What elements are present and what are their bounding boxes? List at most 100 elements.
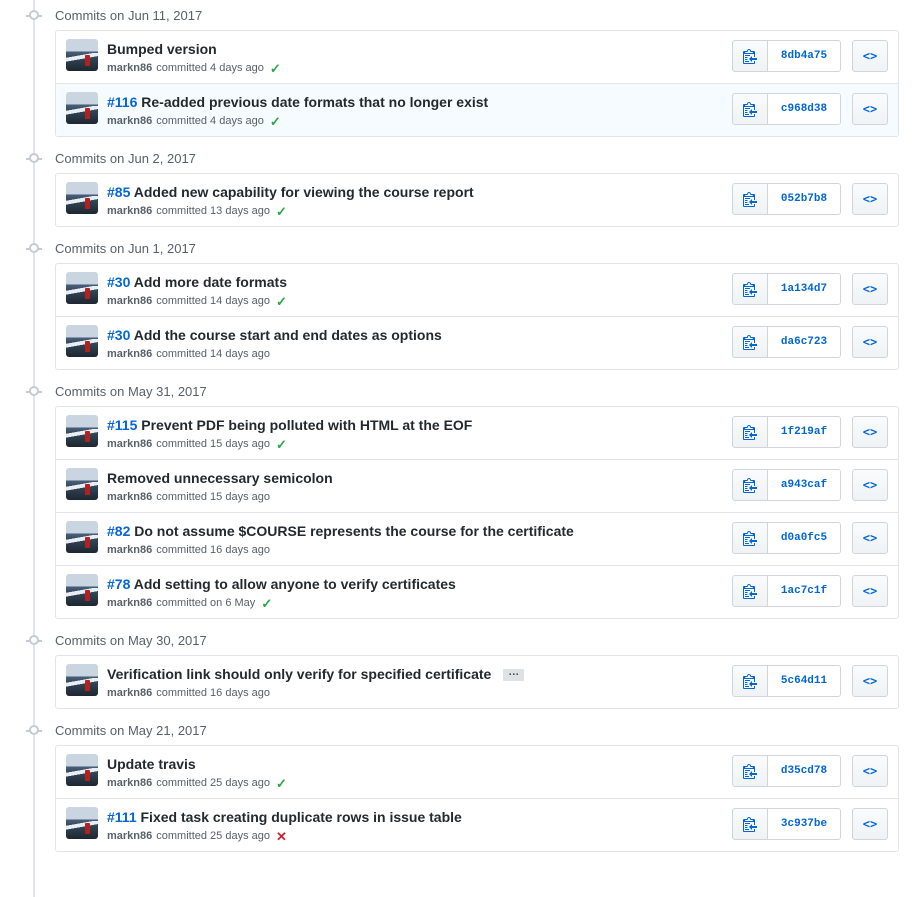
issue-link[interactable]: #85 [107,184,130,200]
browse-repo-button[interactable]: <> [852,273,888,305]
commit-group: Commits on Jun 1, 2017 #30 Add more date… [0,233,915,370]
code-icon: <> [862,282,878,296]
browse-repo-button[interactable]: <> [852,665,888,697]
commit-author-link[interactable]: markn86 [107,687,152,699]
commit-sha-link[interactable]: d35cd78 [768,756,840,786]
author-avatar[interactable] [66,807,98,839]
commit-author-link[interactable]: markn86 [107,597,152,609]
issue-link[interactable]: #111 [107,809,137,825]
x-icon[interactable]: ✕ [276,830,287,843]
commit-message-link[interactable]: Add more date formats [134,274,287,290]
commit-sha-group: da6c723 [732,326,841,358]
browse-repo-button[interactable]: <> [852,40,888,72]
author-avatar[interactable] [66,574,98,606]
commit-message-link[interactable]: Prevent PDF being polluted with HTML at … [141,417,472,433]
commit-sha-link[interactable]: 1a134d7 [768,274,840,304]
commit-sha-link[interactable]: 052b7b8 [768,184,840,214]
copy-sha-button[interactable] [733,327,768,357]
copy-sha-button[interactable] [733,809,768,839]
commit-author-link[interactable]: markn86 [107,115,152,127]
commit-row: #111 Fixed task creating duplicate rows … [56,798,898,851]
commit-author-link[interactable]: markn86 [107,491,152,503]
commit-sha-link[interactable]: 8db4a75 [768,41,840,71]
commit-sha-group: 5c64d11 [732,665,841,697]
commit-message-link[interactable]: Verification link should only verify for… [107,666,491,682]
commit-sha-link[interactable]: 5c64d11 [768,666,840,696]
commit-message-link[interactable]: Update travis [107,756,196,772]
commit-sha-link[interactable]: 1f219af [768,417,840,447]
author-avatar[interactable] [66,754,98,786]
commit-author-link[interactable]: markn86 [107,348,152,360]
author-avatar[interactable] [66,92,98,124]
copy-sha-button[interactable] [733,756,768,786]
copy-sha-button[interactable] [733,417,768,447]
browse-repo-button[interactable]: <> [852,522,888,554]
author-avatar[interactable] [66,521,98,553]
author-avatar[interactable] [66,325,98,357]
commit-author-link[interactable]: markn86 [107,295,152,307]
browse-repo-button[interactable]: <> [852,808,888,840]
issue-link[interactable]: #82 [107,523,130,539]
copy-sha-button[interactable] [733,470,768,500]
commit-author-link[interactable]: markn86 [107,777,152,789]
copy-sha-button[interactable] [733,274,768,304]
issue-link[interactable]: #78 [107,576,130,592]
commit-message-link[interactable]: Bumped version [107,41,217,57]
commit-sha-link[interactable]: c968d38 [768,94,840,124]
browse-repo-button[interactable]: <> [852,93,888,125]
author-avatar[interactable] [66,468,98,500]
check-icon[interactable]: ✓ [276,205,287,218]
issue-link[interactable]: #116 [107,94,137,110]
check-icon[interactable]: ✓ [276,295,287,308]
code-icon: <> [862,49,878,63]
commit-sha-link[interactable]: a943caf [768,470,840,500]
commit-group-date: Commits on May 31, 2017 [55,383,207,399]
issue-link[interactable]: #30 [107,327,130,343]
commit-message-link[interactable]: Re-added previous date formats that no l… [141,94,488,110]
commit-author-link[interactable]: markn86 [107,544,152,556]
commit-message-link[interactable]: Do not assume $COURSE represents the cou… [134,523,574,539]
browse-repo-button[interactable]: <> [852,755,888,787]
check-icon[interactable]: ✓ [261,597,272,610]
commit-author-link[interactable]: markn86 [107,62,152,74]
copy-sha-button[interactable] [733,94,768,124]
commit-title: #116 Re-added previous date formats that… [107,94,488,110]
commit-author-link[interactable]: markn86 [107,830,152,842]
commit-sha-link[interactable]: d0a0fc5 [768,523,840,553]
browse-repo-button[interactable]: <> [852,416,888,448]
author-avatar[interactable] [66,39,98,71]
commit-sha-link[interactable]: da6c723 [768,327,840,357]
check-icon[interactable]: ✓ [270,115,281,128]
commit-sha-link[interactable]: 1ac7c1f [768,576,840,606]
author-avatar[interactable] [66,182,98,214]
browse-repo-button[interactable]: <> [852,469,888,501]
commit-message-link[interactable]: Removed unnecessary semicolon [107,470,333,486]
author-avatar[interactable] [66,272,98,304]
commit-time: committed 15 days ago [156,491,270,503]
copy-sha-button[interactable] [733,523,768,553]
commit-sha-group: 1f219af [732,416,841,448]
author-avatar[interactable] [66,664,98,696]
commit-message-link[interactable]: Add setting to allow anyone to verify ce… [134,576,456,592]
commit-author-link[interactable]: markn86 [107,205,152,217]
commit-group: Commits on May 31, 2017 #115 Prevent PDF… [0,376,915,619]
issue-link[interactable]: #30 [107,274,130,290]
browse-repo-button[interactable]: <> [852,575,888,607]
commit-message-link[interactable]: Fixed task creating duplicate rows in is… [141,809,462,825]
copy-sha-button[interactable] [733,576,768,606]
commit-sha-link[interactable]: 3c937be [768,809,840,839]
browse-repo-button[interactable]: <> [852,183,888,215]
issue-link[interactable]: #115 [107,417,137,433]
copy-sha-button[interactable] [733,666,768,696]
copy-sha-button[interactable] [733,184,768,214]
commit-message-link[interactable]: Add the course start and end dates as op… [134,327,442,343]
copy-sha-button[interactable] [733,41,768,71]
author-avatar[interactable] [66,415,98,447]
browse-repo-button[interactable]: <> [852,326,888,358]
check-icon[interactable]: ✓ [276,777,287,790]
commit-author-link[interactable]: markn86 [107,438,152,450]
check-icon[interactable]: ✓ [276,438,287,451]
expand-message-button[interactable]: … [503,667,525,682]
check-icon[interactable]: ✓ [270,62,281,75]
commit-message-link[interactable]: Added new capability for viewing the cou… [134,184,474,200]
